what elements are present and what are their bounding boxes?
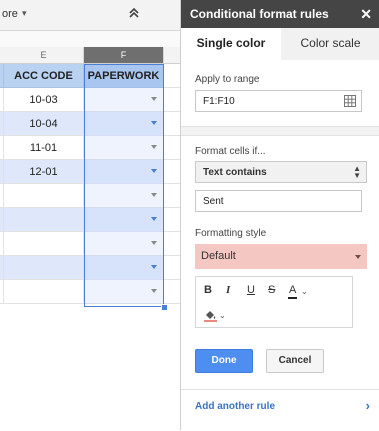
underline-button[interactable]: U — [247, 284, 255, 296]
sheet-toolbar: ore ▾ — [0, 0, 180, 31]
table-row — [0, 232, 180, 256]
select-range-grid-icon[interactable] — [344, 95, 356, 107]
formula-bar-gap — [0, 31, 180, 48]
more-menu-label[interactable]: ore — [2, 8, 18, 20]
cell-paperwork[interactable] — [84, 208, 164, 232]
cell-acc-code[interactable]: 11-01 — [4, 136, 84, 160]
cancel-button[interactable]: Cancel — [266, 349, 324, 373]
table-row: 10-04 — [0, 112, 180, 136]
dropdown-arrow-icon[interactable] — [151, 145, 157, 149]
close-icon[interactable]: ✕ — [360, 7, 372, 21]
cell[interactable] — [164, 232, 180, 256]
dropdown-arrow-icon[interactable] — [151, 169, 157, 173]
panel-tabs: Single color Color scale — [181, 28, 379, 60]
table-row — [0, 256, 180, 280]
fill-color-caret-icon[interactable]: ⌄ — [219, 311, 226, 320]
cell-acc-code[interactable] — [4, 232, 84, 256]
cell-acc-code[interactable] — [4, 208, 84, 232]
condition-value: Text contains — [203, 167, 267, 178]
text-color-caret-icon[interactable]: ⌄ — [301, 287, 308, 296]
cell-paperwork[interactable] — [84, 256, 164, 280]
cell[interactable] — [164, 88, 180, 112]
dropdown-arrow-icon[interactable] — [151, 289, 157, 293]
cell-acc-code-header[interactable]: ACC CODE — [4, 64, 84, 88]
range-value: F1:F10 — [203, 96, 235, 107]
table-row — [0, 208, 180, 232]
format-toolbar: B I U S A ⌄ ⌄ — [195, 276, 353, 328]
column-header-e[interactable]: E — [4, 47, 84, 64]
add-rule-row[interactable]: Add another rule › — [181, 389, 379, 431]
collapse-toolbar-icon[interactable] — [126, 5, 142, 21]
cell-paperwork[interactable] — [84, 112, 164, 136]
formatting-style-value: Default — [201, 250, 236, 262]
cell-paperwork[interactable] — [84, 136, 164, 160]
panel-header: Conditional format rules ✕ — [181, 0, 379, 28]
format-cells-if-label: Format cells if... — [195, 146, 266, 157]
cell[interactable] — [164, 160, 180, 184]
chevron-down-icon — [355, 255, 361, 259]
cell-acc-code[interactable]: 12-01 — [4, 160, 84, 184]
cell-paperwork[interactable] — [84, 88, 164, 112]
chevron-right-icon[interactable]: › — [366, 398, 370, 413]
cell-acc-code[interactable]: 10-04 — [4, 112, 84, 136]
cell-acc-code[interactable] — [4, 256, 84, 280]
cell-acc-code[interactable]: 10-03 — [4, 88, 84, 112]
cell[interactable] — [164, 208, 180, 232]
condition-value-input[interactable]: Sent — [195, 190, 362, 212]
dropdown-arrow-icon[interactable] — [151, 193, 157, 197]
fill-color-bucket-icon[interactable] — [204, 309, 217, 322]
tab-color-scale[interactable]: Color scale — [281, 28, 379, 60]
cell[interactable] — [164, 184, 180, 208]
table-row — [0, 184, 180, 208]
dropdown-arrow-icon[interactable] — [151, 265, 157, 269]
cell[interactable] — [164, 64, 180, 88]
dropdown-arrow-icon[interactable] — [151, 241, 157, 245]
text-color-button[interactable]: A — [289, 284, 296, 296]
cell-paperwork[interactable] — [84, 280, 164, 304]
spreadsheet-area: ore ▾ E F ACC CODE PAPERWORK 10-03 10-04 — [0, 0, 180, 430]
cell[interactable] — [164, 112, 180, 136]
dropdown-arrow-icon[interactable] — [151, 121, 157, 125]
strikethrough-button[interactable]: S — [268, 284, 275, 296]
apply-range-label: Apply to range — [195, 74, 260, 85]
table-row: ACC CODE PAPERWORK — [0, 64, 180, 88]
condition-text-value: Sent — [203, 196, 224, 207]
table-row: 10-03 — [0, 88, 180, 112]
cell-paperwork[interactable] — [84, 232, 164, 256]
cell[interactable] — [164, 256, 180, 280]
column-header-f[interactable]: F — [84, 47, 164, 64]
add-another-rule-link[interactable]: Add another rule — [195, 401, 275, 412]
done-button[interactable]: Done — [195, 349, 253, 373]
table-row: 12-01 — [0, 160, 180, 184]
table-row: 11-01 — [0, 136, 180, 160]
formatting-style-select[interactable]: Default — [195, 244, 367, 269]
selection-fill-handle[interactable] — [161, 304, 168, 311]
cell-paperwork[interactable] — [84, 184, 164, 208]
table-row — [0, 280, 180, 304]
more-menu-caret-icon[interactable]: ▾ — [22, 8, 27, 19]
tab-single-color[interactable]: Single color — [181, 28, 281, 60]
text-color-swatch — [288, 297, 297, 299]
conditional-format-panel: Conditional format rules ✕ Single color … — [180, 0, 379, 431]
section-divider — [181, 126, 379, 136]
cell-paperwork[interactable] — [84, 160, 164, 184]
panel-title: Conditional format rules — [190, 7, 329, 21]
column-header-g[interactable] — [164, 47, 180, 64]
cell-paperwork-header[interactable]: PAPERWORK — [84, 64, 164, 88]
cell[interactable] — [164, 280, 180, 304]
formatting-style-label: Formatting style — [195, 228, 267, 239]
bold-button[interactable]: B — [204, 284, 212, 296]
italic-button[interactable]: I — [226, 284, 230, 296]
range-input[interactable]: F1:F10 — [195, 90, 362, 112]
cell-acc-code[interactable] — [4, 184, 84, 208]
dropdown-arrow-icon[interactable] — [151, 97, 157, 101]
up-down-arrows-icon: ▲ ▼ — [353, 164, 361, 180]
condition-select[interactable]: Text contains ▲ ▼ — [195, 161, 367, 183]
cell[interactable] — [164, 136, 180, 160]
cell-acc-code[interactable] — [4, 280, 84, 304]
dropdown-arrow-icon[interactable] — [151, 217, 157, 221]
